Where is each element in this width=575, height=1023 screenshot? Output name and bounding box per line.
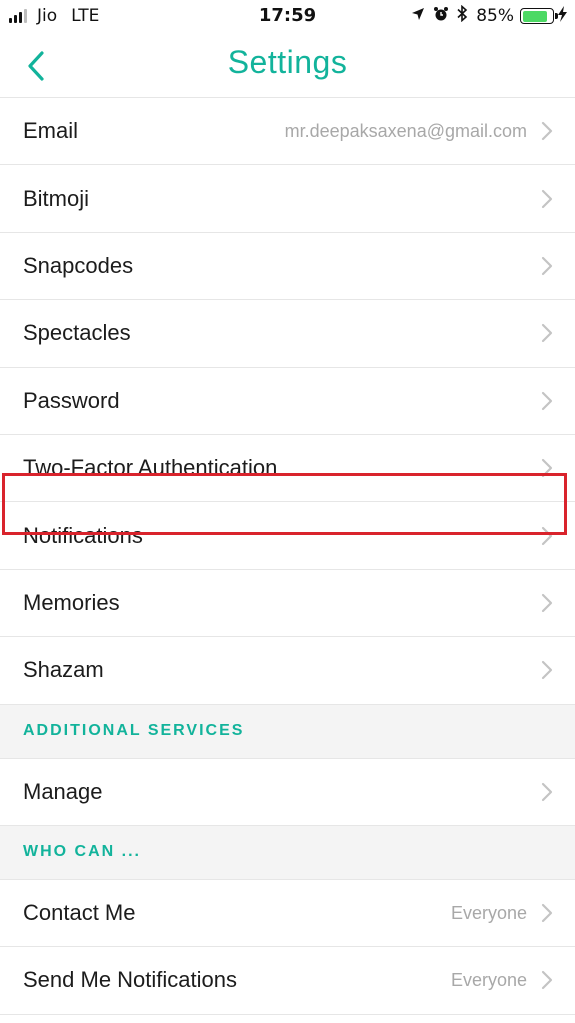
settings-screen: Jio LTE 17:59 85% Settings Email mr.deep… bbox=[0, 0, 575, 1023]
row-label: Two-Factor Authentication bbox=[23, 455, 278, 481]
settings-row-password[interactable]: Password bbox=[0, 368, 575, 435]
chevron-right-icon bbox=[541, 592, 555, 614]
settings-row-contact-me[interactable]: Contact Me Everyone bbox=[0, 880, 575, 948]
charging-bolt-icon bbox=[558, 6, 567, 26]
row-label: Email bbox=[23, 118, 79, 144]
battery-fill bbox=[522, 10, 548, 22]
row-value: mr.deepaksaxena@gmail.com bbox=[284, 120, 527, 141]
row-label: Password bbox=[23, 387, 120, 413]
battery-icon bbox=[520, 8, 558, 24]
settings-row-two-factor-authentication[interactable]: Two-Factor Authentication bbox=[0, 435, 575, 503]
page-title: Settings bbox=[227, 44, 348, 80]
row-label: Contact Me bbox=[23, 900, 136, 926]
status-bar: Jio LTE 17:59 85% bbox=[0, 0, 575, 34]
chevron-right-icon bbox=[541, 659, 555, 681]
settings-row-memories[interactable]: Memories bbox=[0, 570, 575, 638]
chevron-right-icon bbox=[541, 322, 555, 344]
chevron-right-icon bbox=[541, 969, 555, 991]
row-value: Everyone bbox=[450, 969, 527, 990]
chevron-right-icon bbox=[541, 120, 555, 142]
row-label: Snapcodes bbox=[23, 252, 134, 278]
settings-row-bitmoji[interactable]: Bitmoji bbox=[0, 165, 575, 233]
status-right: 85% bbox=[411, 4, 567, 27]
navigation-bar: Settings bbox=[0, 34, 575, 98]
chevron-right-icon bbox=[541, 781, 555, 803]
chevron-right-icon bbox=[541, 255, 555, 277]
chevron-right-icon bbox=[541, 902, 555, 924]
row-label: Shazam bbox=[23, 657, 104, 683]
settings-row-manage[interactable]: Manage bbox=[0, 759, 575, 826]
row-label: Send Me Notifications bbox=[23, 967, 237, 993]
settings-row-spectacles[interactable]: Spectacles bbox=[0, 300, 575, 368]
location-arrow-icon bbox=[411, 6, 425, 26]
settings-row-snapcodes[interactable]: Snapcodes bbox=[0, 233, 575, 301]
settings-row-notifications[interactable]: Notifications bbox=[0, 502, 575, 570]
settings-row-send-me-notifications[interactable]: Send Me Notifications Everyone bbox=[0, 947, 575, 1015]
chevron-right-icon bbox=[541, 525, 555, 547]
row-label: Notifications bbox=[23, 522, 143, 548]
bluetooth-icon bbox=[457, 4, 468, 27]
settings-row-email[interactable]: Email mr.deepaksaxena@gmail.com bbox=[0, 98, 575, 166]
row-label: Manage bbox=[23, 778, 103, 804]
alarm-icon bbox=[433, 6, 449, 27]
settings-row-shazam[interactable]: Shazam bbox=[0, 637, 575, 705]
section-header-who-can: WHO CAN ... bbox=[0, 825, 575, 880]
battery-percentage: 85% bbox=[476, 6, 514, 26]
section-header-additional-services: ADDITIONAL SERVICES bbox=[0, 704, 575, 759]
row-label: Bitmoji bbox=[23, 185, 90, 211]
chevron-right-icon bbox=[541, 457, 555, 479]
chevron-right-icon bbox=[541, 390, 555, 412]
chevron-right-icon bbox=[541, 188, 555, 210]
row-value: Everyone bbox=[450, 902, 527, 923]
row-label: Memories bbox=[23, 589, 120, 615]
settings-list: Email mr.deepaksaxena@gmail.com Bitmoji Sna… bbox=[0, 98, 575, 1015]
row-label: Spectacles bbox=[23, 320, 131, 346]
